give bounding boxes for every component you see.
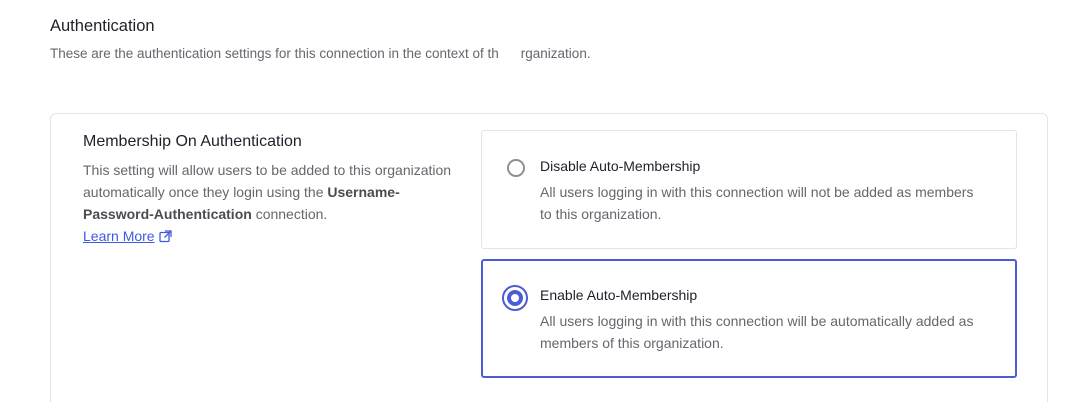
setting-title: Membership On Authentication: [83, 133, 302, 150]
section-title: Authentication: [50, 17, 155, 35]
setting-description-suffix: connection.: [255, 206, 328, 222]
section-description-end: rganization.: [520, 46, 591, 61]
redacted-organization-name: [498, 47, 521, 62]
section-description: These are the authentication settings fo…: [50, 46, 591, 62]
setting-description: This setting will allow users to be adde…: [83, 159, 453, 249]
learn-more-label: Learn More: [83, 228, 155, 244]
enable-auto-membership-option[interactable]: Enable Auto-Membership All users logging…: [481, 259, 1017, 378]
option-description: All users logging in with this connectio…: [540, 184, 974, 222]
authentication-settings-page: Authentication These are the authenticat…: [0, 0, 1079, 402]
option-description: All users logging in with this connectio…: [540, 313, 974, 351]
radio-button-selected[interactable]: [502, 285, 528, 311]
disable-auto-membership-option[interactable]: Disable Auto-Membership All users loggin…: [481, 130, 1017, 249]
learn-more-link[interactable]: Learn More: [83, 228, 172, 244]
section-description-start: These are the authentication settings fo…: [50, 46, 499, 61]
external-link-icon: [158, 227, 172, 249]
radio-button-unselected[interactable]: [507, 159, 525, 177]
option-label: Enable Auto-Membership: [540, 287, 698, 303]
option-label: Disable Auto-Membership: [540, 158, 701, 174]
